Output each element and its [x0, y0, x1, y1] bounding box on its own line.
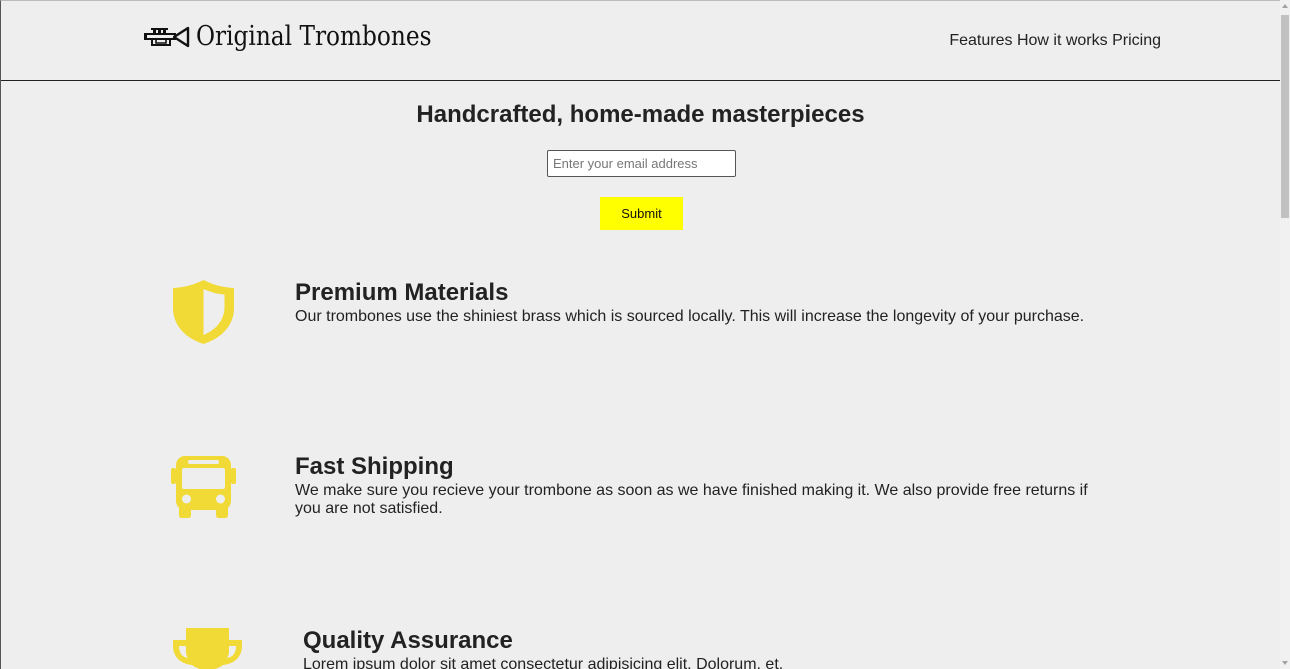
trumpet-icon: [144, 22, 190, 52]
trophy-icon: [171, 628, 244, 669]
site-logo[interactable]: Original Trombones: [144, 21, 470, 52]
feature-title: Quality Assurance: [303, 627, 513, 654]
submit-button[interactable]: Submit: [600, 197, 683, 230]
feature-description: Our trombones use the shiniest brass whi…: [295, 308, 1085, 325]
landing-page: Original Trombones Features How it works…: [0, 0, 1280, 669]
nav-link-features[interactable]: Features: [949, 32, 1012, 49]
nav-link-pricing[interactable]: Pricing: [1112, 32, 1161, 49]
scroll-up-arrow-icon[interactable]: [1282, 4, 1288, 8]
feature-description: We make sure you recieve your trombone a…: [295, 482, 1088, 517]
shield-icon: [172, 279, 235, 350]
feature-description: Lorem ipsum dolor sit amet consectetur a…: [303, 656, 784, 669]
feature-title: Fast Shipping: [295, 453, 454, 480]
browser-viewport: Original Trombones Features How it works…: [0, 0, 1290, 669]
nav-link-how-it-works[interactable]: How it works: [1017, 32, 1108, 49]
logo-text: Original Trombones: [196, 21, 432, 52]
feature-title: Premium Materials: [295, 279, 509, 306]
scroll-thumb[interactable]: [1281, 15, 1289, 218]
bus-icon: [171, 454, 236, 524]
hero-title: Handcrafted, home-made masterpieces: [416, 101, 865, 128]
scroll-down-arrow-icon[interactable]: [1282, 661, 1288, 665]
email-input[interactable]: [547, 150, 736, 177]
nav-bar: Features How it works Pricing: [949, 32, 1161, 50]
vertical-scrollbar[interactable]: [1280, 0, 1290, 669]
site-header: Original Trombones Features How it works…: [1, 1, 1280, 81]
